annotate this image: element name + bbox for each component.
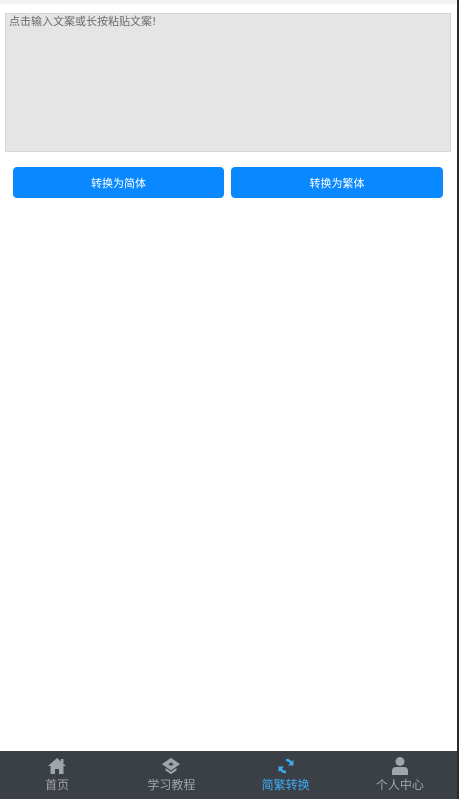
app-screen: 转换为简体 转换为繁体 首页 学习教程 xyxy=(0,0,459,799)
bottom-tab-bar: 首页 学习教程 简繁转换 个人中心 xyxy=(0,751,457,799)
text-editor-container xyxy=(5,13,451,152)
home-icon xyxy=(47,756,67,776)
tab-home[interactable]: 首页 xyxy=(0,751,114,799)
status-strip xyxy=(0,0,457,4)
user-icon xyxy=(390,756,410,776)
convert-to-simplified-button[interactable]: 转换为简体 xyxy=(13,167,224,198)
text-input[interactable] xyxy=(5,13,451,152)
tab-tutorial[interactable]: 学习教程 xyxy=(114,751,228,799)
tab-tutorial-label: 学习教程 xyxy=(147,778,196,792)
convert-icon xyxy=(276,756,296,776)
tab-profile[interactable]: 个人中心 xyxy=(343,751,457,799)
tab-home-label: 首页 xyxy=(45,778,70,792)
convert-to-traditional-button[interactable]: 转换为繁体 xyxy=(231,167,443,198)
tab-convert[interactable]: 简繁转换 xyxy=(229,751,343,799)
tutorial-icon xyxy=(161,756,181,776)
tab-convert-label: 简繁转换 xyxy=(261,778,310,792)
tab-profile-label: 个人中心 xyxy=(375,778,424,792)
